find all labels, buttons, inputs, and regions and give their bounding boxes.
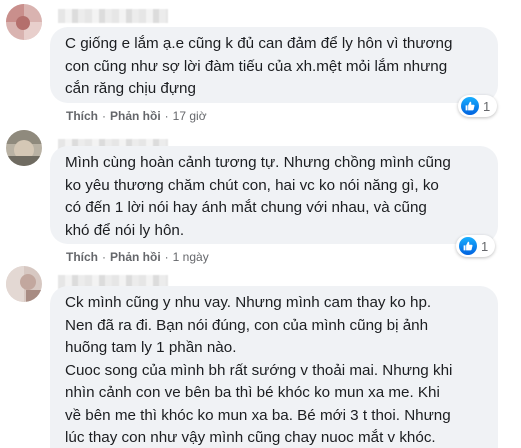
reply-link[interactable]: Phản hồi	[110, 250, 161, 264]
comment-1: C giống e lắm ạ.e cũng k đủ can đảm để l…	[0, 0, 521, 130]
separator-dot: ·	[102, 250, 106, 264]
like-link[interactable]: Thích	[66, 109, 98, 123]
separator-dot: ·	[102, 109, 106, 123]
avatar[interactable]	[6, 4, 42, 40]
avatar[interactable]	[6, 130, 42, 166]
reaction-count: 1	[481, 238, 489, 254]
comment-bubble: C giống e lắm ạ.e cũng k đủ can đảm để l…	[50, 27, 498, 103]
like-link[interactable]: Thích	[66, 250, 98, 264]
separator-dot: ·	[164, 109, 169, 123]
comment-text: C giống e lắm ạ.e cũng k đủ can đảm để l…	[65, 35, 453, 97]
like-icon	[459, 237, 477, 255]
comment-text: Mình cùng hoàn cảnh tương tự. Nhưng chồn…	[65, 154, 451, 239]
avatar[interactable]	[6, 266, 42, 302]
reply-link[interactable]: Phản hồi	[110, 109, 161, 123]
comment-3: Ck mình cũng y nhu vay. Nhưng mình cam t…	[0, 266, 521, 448]
separator-dot: ·	[164, 250, 169, 264]
comment-actions: Thích · Phản hồi · 1 ngày	[66, 250, 209, 264]
reaction-badge[interactable]: 1	[456, 235, 496, 257]
comment-bubble: Mình cùng hoàn cảnh tương tự. Nhưng chồn…	[50, 146, 498, 244]
timestamp[interactable]: 1 ngày	[173, 250, 209, 264]
timestamp[interactable]: 17 giờ	[173, 109, 207, 123]
author-name-blurred[interactable]	[58, 9, 168, 23]
like-icon	[461, 97, 479, 115]
comment-text: Ck mình cũng y nhu vay. Nhưng mình cam t…	[65, 294, 453, 446]
comment-2: Mình cùng hoàn cảnh tương tự. Nhưng chồn…	[0, 130, 521, 270]
comment-bubble: Ck mình cũng y nhu vay. Nhưng mình cam t…	[50, 286, 498, 448]
comment-actions: Thích · Phản hồi · 17 giờ	[66, 109, 207, 123]
reaction-badge[interactable]: 1	[458, 95, 498, 117]
reaction-count: 1	[483, 98, 491, 114]
